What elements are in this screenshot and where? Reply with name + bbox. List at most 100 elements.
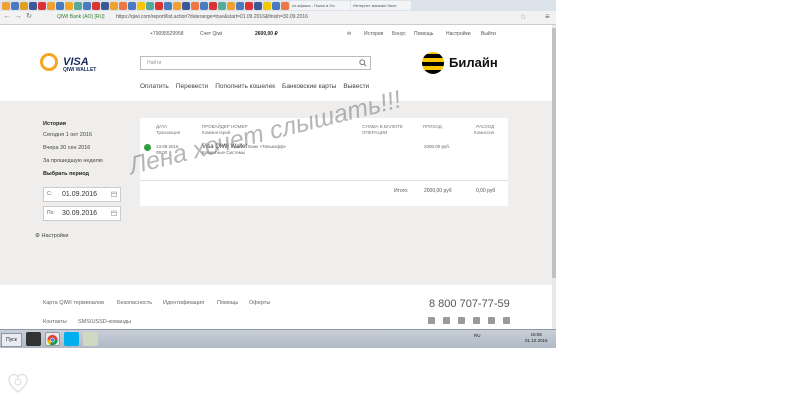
link-bonus[interactable]: Бонус (392, 31, 406, 37)
taskbar-app-icon[interactable] (26, 332, 41, 346)
secure-label[interactable]: QIWI Bank (AO) [RU] (57, 13, 105, 22)
url-field[interactable]: https://qiwi.com/report/list.action?date… (116, 13, 308, 22)
link-help[interactable]: Помощь (414, 31, 433, 37)
tab-favicon[interactable] (218, 1, 226, 10)
date-to-field[interactable]: По: 30.09.2016 (43, 206, 121, 221)
tab-favicon[interactable] (92, 1, 100, 10)
tab-favicon[interactable] (2, 1, 10, 10)
tab-favicon[interactable] (272, 1, 280, 10)
total-label: Итого: (394, 188, 409, 194)
sidebar-item-week[interactable]: За прошедшую неделю (43, 158, 103, 164)
sidebar-item-today[interactable]: Сегодня 1 окт 2016 (43, 132, 103, 138)
tab-favicon[interactable] (20, 1, 28, 10)
settings-label: Настройки (41, 233, 69, 239)
footer-link[interactable]: Идентификация (163, 300, 204, 306)
nav-topup[interactable]: Пополнить кошелек (215, 83, 275, 90)
tab-favicon[interactable] (200, 1, 208, 10)
tab-favicon[interactable] (155, 1, 163, 10)
tab-favicon[interactable] (38, 1, 46, 10)
search-icon[interactable] (359, 59, 367, 67)
link-settings[interactable]: Настройки (446, 31, 471, 37)
tab-favicon[interactable] (128, 1, 136, 10)
language-indicator[interactable]: RU (474, 333, 481, 338)
tab-favicon[interactable] (182, 1, 190, 10)
chrome-icon[interactable] (45, 332, 60, 346)
nav-transfer[interactable]: Перевести (176, 83, 208, 90)
tab-favicon[interactable] (137, 1, 145, 10)
phone-number[interactable]: +79095529958 (150, 31, 184, 37)
vk-icon[interactable] (428, 317, 435, 324)
date-from-value: 01.09.2016 (62, 191, 98, 198)
tab-search[interactable]: кл.афиша - Поиск в Go (290, 1, 350, 10)
forward-icon[interactable]: → (14, 13, 22, 21)
footer-link[interactable]: Контакты (43, 319, 67, 325)
tab-favicon[interactable] (47, 1, 55, 10)
page: +79095529958 Счет Qiwi 2600,00 ₽ ✉ Истор… (0, 25, 552, 343)
browser-tab-strip: кл.афиша - Поиск в Go Интернет магазин б… (0, 0, 556, 11)
instagram-icon[interactable] (503, 317, 510, 324)
start-button[interactable]: Пуск (1, 333, 22, 347)
clock[interactable]: 15:55 01.10.2016 (525, 332, 548, 344)
tab-favicon[interactable] (56, 1, 64, 10)
th-expense: РАСХОД Комиссия (474, 124, 495, 135)
tab-favicon[interactable] (209, 1, 217, 10)
beeline-name: Билайн (449, 55, 498, 70)
sidebar-item-yesterday[interactable]: Вчера 30 сен 2016 (43, 145, 103, 151)
twitter-icon[interactable] (473, 317, 480, 324)
bookmark-star-icon[interactable]: ☆ (520, 13, 526, 21)
total-income: 2000,00 руб (424, 188, 452, 194)
back-icon[interactable]: ← (3, 13, 11, 21)
reload-icon[interactable]: ↻ (25, 13, 33, 21)
footer-link[interactable]: Оферты (249, 300, 270, 306)
support-phone[interactable]: 8 800 707-77-59 (429, 298, 510, 310)
skype-icon[interactable] (64, 332, 79, 346)
tab-favicon[interactable] (119, 1, 127, 10)
tab-favicon[interactable] (281, 1, 289, 10)
tab-favicon[interactable] (110, 1, 118, 10)
tab-favicon[interactable] (74, 1, 82, 10)
tab-shop[interactable]: Интернет магазин биле (351, 1, 411, 10)
tab-favicon[interactable] (65, 1, 73, 10)
browser-menu-icon[interactable]: ≡ (545, 12, 550, 21)
beeline-banner[interactable]: Билайн (422, 51, 512, 77)
tab-favicon[interactable] (263, 1, 271, 10)
mail-icon[interactable]: ✉ (347, 31, 351, 37)
tab-favicon[interactable] (254, 1, 262, 10)
tab-favicon[interactable] (245, 1, 253, 10)
settings-link[interactable]: ⚙ Настройки (35, 233, 68, 239)
youtube-icon[interactable] (458, 317, 465, 324)
tab-favicon[interactable] (164, 1, 172, 10)
scrollbar-thumb[interactable] (552, 28, 556, 278)
tab-favicon[interactable] (11, 1, 19, 10)
search-placeholder: Найти (147, 60, 162, 66)
history-sidebar: История Сегодня 1 окт 2016 Вчера 30 сен … (43, 121, 103, 182)
tab-favicon[interactable] (83, 1, 91, 10)
footer-link[interactable]: Помощь (217, 300, 238, 306)
total-expense: 0,00 руб (476, 188, 496, 194)
tab-favicon[interactable] (146, 1, 154, 10)
tab-favicon[interactable] (101, 1, 109, 10)
th-date: ДАТА Транзакция (156, 124, 181, 135)
nav-bank-cards[interactable]: Банковские карты (282, 83, 336, 90)
nav-pay[interactable]: Оплатить (140, 83, 169, 90)
taskbar-app-icon[interactable] (83, 332, 98, 346)
nav-withdraw[interactable]: Вывести (343, 83, 369, 90)
search-input[interactable]: Найти (140, 56, 371, 70)
qiwi-logo[interactable]: VISA QIWI WALLET (40, 53, 120, 77)
tab-favicon[interactable] (236, 1, 244, 10)
link-logout[interactable]: Выйти (481, 31, 496, 37)
footer-link[interactable]: Безопасность (117, 300, 152, 306)
tab-favicon[interactable] (173, 1, 181, 10)
link-history[interactable]: История (364, 31, 383, 37)
tab-favicon[interactable] (29, 1, 37, 10)
date-from-field[interactable]: С: 01.09.2016 (43, 187, 121, 202)
odnoklassniki-icon[interactable] (443, 317, 450, 324)
calendar-icon[interactable] (111, 210, 117, 216)
facebook-icon[interactable] (488, 317, 495, 324)
sidebar-title: История (43, 121, 66, 127)
calendar-icon[interactable] (111, 191, 117, 197)
footer-link[interactable]: Карта QIWI терминалов (43, 300, 104, 306)
tab-favicon[interactable] (227, 1, 235, 10)
tab-favicon[interactable] (191, 1, 199, 10)
footer-link[interactable]: SMS/USSD-команды (78, 319, 131, 325)
